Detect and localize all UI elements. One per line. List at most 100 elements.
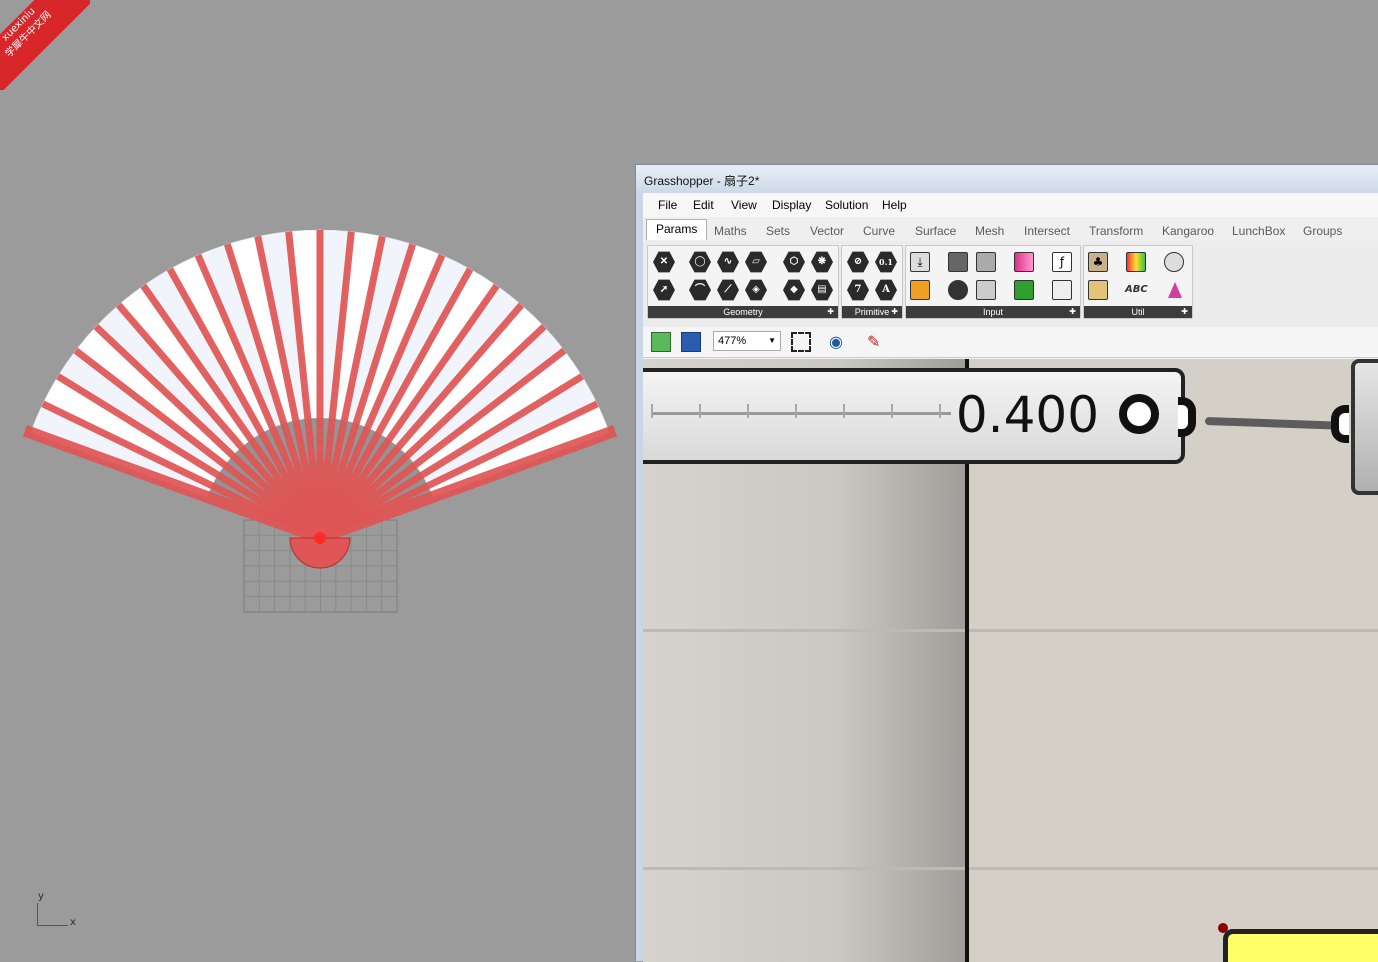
tab-params[interactable]: Params <box>646 219 708 240</box>
text-param-icon[interactable]: A <box>874 278 898 302</box>
control-knob-icon[interactable] <box>1050 278 1074 302</box>
plane-param-icon[interactable]: ▱ <box>744 250 768 274</box>
menu-file[interactable]: File <box>658 198 677 212</box>
watermark-line2: 学犀牛中文网 <box>3 9 54 60</box>
scribble-icon[interactable]: ABC <box>1124 278 1148 302</box>
tab-transform[interactable]: Transform <box>1089 224 1143 238</box>
menu-view[interactable]: View <box>731 198 757 212</box>
component-input-port[interactable] <box>1331 405 1349 443</box>
axis-indicator: y x <box>30 885 90 935</box>
tab-curve[interactable]: Curve <box>863 224 895 238</box>
menu-solution[interactable]: Solution <box>825 198 868 212</box>
expand-arrow-icon[interactable]: ✚ <box>1181 306 1188 318</box>
colour-picker-icon[interactable] <box>1162 250 1186 274</box>
ribbon-label-input: Input <box>982 307 1004 317</box>
zoom-dropdown[interactable]: 477% ▼ <box>713 331 781 351</box>
tab-sets[interactable]: Sets <box>766 224 790 238</box>
slider-grip[interactable] <box>1119 394 1159 434</box>
expand-arrow-icon[interactable]: ✚ <box>891 306 898 318</box>
ribbon-group-input: ⤓ ƒ Input ✚ <box>905 245 1081 319</box>
number-slider[interactable]: 0.400 <box>643 368 1185 464</box>
ribbon-label-primitive: Primitive <box>854 307 890 317</box>
menu-edit[interactable]: Edit <box>693 198 714 212</box>
grasshopper-client: File Edit View Display Solution Help Par… <box>643 193 1378 962</box>
watermark-badge: xuexiniu 学犀牛中文网 <box>0 0 90 90</box>
ribbon-label-geometry: Geometry <box>723 307 763 317</box>
number-glyph: 0.1 <box>875 251 897 273</box>
tree-viewer-icon[interactable]: ♣ <box>1086 250 1110 274</box>
sketch-brush-icon[interactable]: ✎ <box>867 332 887 352</box>
point-param-icon[interactable]: ◈ <box>744 278 768 302</box>
grasshopper-canvas[interactable]: 0.400 <box>643 359 1378 962</box>
colour-swatch-icon[interactable] <box>1012 278 1036 302</box>
tab-groups[interactable]: Groups <box>1303 224 1342 238</box>
mesh-param-icon[interactable]: ❋ <box>810 250 834 274</box>
line-param-icon[interactable]: ⟋ <box>716 278 740 302</box>
number-slider-icon[interactable] <box>974 250 998 274</box>
connection-wire[interactable] <box>1204 417 1346 430</box>
slider-track[interactable] <box>651 404 951 418</box>
zoom-value: 477% <box>718 335 747 347</box>
box-param-icon[interactable]: ⬡ <box>782 250 806 274</box>
flask-icon[interactable] <box>1162 278 1186 302</box>
tab-mesh[interactable]: Mesh <box>975 224 1004 238</box>
tab-vector[interactable]: Vector <box>810 224 844 238</box>
text-glyph: A <box>875 279 897 301</box>
gradient-icon[interactable] <box>1012 250 1036 274</box>
zoom-extents-icon[interactable] <box>791 332 811 352</box>
fan-model <box>22 229 618 613</box>
quick-graph-icon[interactable] <box>1086 278 1110 302</box>
axis-x-label: x <box>70 917 76 928</box>
menu-help[interactable]: Help <box>882 198 907 212</box>
expand-arrow-icon[interactable]: ✚ <box>1069 306 1076 318</box>
canvas-toolbar: 477% ▼ ◉ ✎ <box>643 327 1378 358</box>
window-title-bar[interactable]: Grasshopper - 扇子2* <box>636 165 1378 193</box>
tab-maths[interactable]: Maths <box>714 224 747 238</box>
brep-param-icon[interactable]: ▤ <box>810 278 834 302</box>
canvas-grid-line <box>643 867 1378 870</box>
canvas-grid-line <box>643 629 1378 632</box>
button-icon[interactable] <box>946 278 970 302</box>
window-title: Grasshopper - 扇子2* <box>644 174 760 188</box>
circle-param-icon[interactable]: ◯ <box>688 250 712 274</box>
graph-mapper-icon[interactable] <box>908 278 932 302</box>
ribbon-label-util: Util <box>1131 307 1145 317</box>
curve-param-icon[interactable]: ∿ <box>716 250 740 274</box>
axis-y-label: y <box>38 891 44 902</box>
tab-lunchbox[interactable]: LunchBox <box>1232 224 1285 238</box>
ribbon-group-util: ♣ ABC Util ✚ <box>1083 245 1193 319</box>
data-input-icon[interactable]: ⤓ <box>908 250 932 274</box>
tab-intersect[interactable]: Intersect <box>1024 224 1070 238</box>
boolean-param-icon[interactable]: ⊘ <box>846 250 870 274</box>
vector-param-icon[interactable]: ➚ <box>652 278 676 302</box>
surface-param-icon[interactable]: ◆ <box>782 278 806 302</box>
scribble-glyph: ABC <box>1125 284 1148 295</box>
function-icon[interactable]: ƒ <box>1050 250 1074 274</box>
geometry-param-icon[interactable]: ✕ <box>652 250 676 274</box>
number-param-icon[interactable]: 0.1 <box>874 250 898 274</box>
text-panel[interactable] <box>1223 929 1378 962</box>
integer-glyph: 7 <box>847 279 869 301</box>
arc-param-icon[interactable]: ⌒ <box>688 278 712 302</box>
component-tabs: Params Maths Sets Vector Curve Surface M… <box>643 217 1378 241</box>
tab-kangaroo[interactable]: Kangaroo <box>1162 224 1214 238</box>
fan-pivot <box>314 532 326 544</box>
boolean-toggle-icon[interactable] <box>946 250 970 274</box>
value-list-icon[interactable] <box>974 278 998 302</box>
open-file-icon[interactable] <box>651 332 671 352</box>
menu-display[interactable]: Display <box>772 198 811 212</box>
panel-icon[interactable] <box>1124 250 1148 274</box>
tab-surface[interactable]: Surface <box>915 224 956 238</box>
chevron-down-icon: ▼ <box>768 336 776 345</box>
slider-output-port[interactable] <box>1178 397 1196 437</box>
ribbon-group-primitive: ⊘ 7 0.1 A Primitive ✚ <box>841 245 903 319</box>
preview-eye-icon[interactable]: ◉ <box>829 332 849 352</box>
ribbon-group-geometry: ✕ ➚ ◯ ⌒ ∿ ⟋ ▱ ◈ ⬡ ◆ ❋ ▤ Geometry ✚ <box>647 245 839 319</box>
save-file-icon[interactable] <box>681 332 701 352</box>
connected-component[interactable] <box>1351 359 1378 495</box>
integer-param-icon[interactable]: 7 <box>846 278 870 302</box>
expand-arrow-icon[interactable]: ✚ <box>827 306 834 318</box>
grasshopper-window[interactable]: Grasshopper - 扇子2* File Edit View Displa… <box>635 164 1378 962</box>
component-ribbon: ✕ ➚ ◯ ⌒ ∿ ⟋ ▱ ◈ ⬡ ◆ ❋ ▤ Geometry ✚ ⊘ 7 0.… <box>643 241 1378 328</box>
menu-bar: File Edit View Display Solution Help <box>643 193 1378 218</box>
